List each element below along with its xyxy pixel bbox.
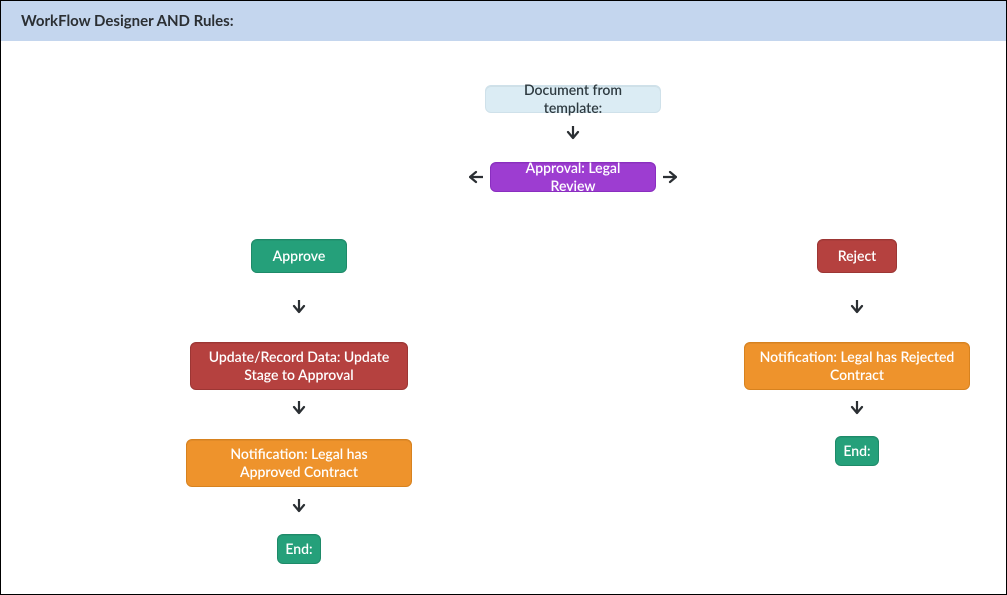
- arrow-down-icon: [566, 126, 580, 140]
- node-reject[interactable]: Reject: [817, 239, 897, 273]
- node-label: End:: [843, 442, 870, 460]
- arrow-down-icon: [850, 401, 864, 415]
- node-approval-legal-review[interactable]: Approval: Legal Review: [490, 162, 656, 192]
- node-label: Notification: Legal has Rejected Contrac…: [757, 348, 957, 384]
- node-label: Update/Record Data: Update Stage to Appr…: [203, 348, 395, 384]
- node-label: End:: [285, 540, 312, 558]
- node-end-right[interactable]: End:: [835, 436, 879, 466]
- workflow-designer-frame: WorkFlow Designer AND Rules: Document fr…: [0, 0, 1007, 595]
- arrow-down-icon: [292, 499, 306, 513]
- arrow-down-icon: [292, 401, 306, 415]
- node-label: Reject: [838, 247, 877, 265]
- node-label: Document from template:: [498, 81, 648, 117]
- node-document-from-template[interactable]: Document from template:: [485, 85, 661, 113]
- workflow-canvas[interactable]: Document from template: Approval: Legal …: [1, 41, 1006, 594]
- panel-title: WorkFlow Designer AND Rules:: [21, 12, 234, 30]
- node-notification-approved[interactable]: Notification: Legal has Approved Contrac…: [186, 439, 412, 487]
- node-update-stage[interactable]: Update/Record Data: Update Stage to Appr…: [190, 342, 408, 390]
- arrow-down-icon: [292, 300, 306, 314]
- arrow-right-icon: [663, 170, 677, 184]
- panel-header: WorkFlow Designer AND Rules:: [1, 1, 1006, 41]
- node-label: Approval: Legal Review: [503, 159, 643, 195]
- arrow-left-icon: [469, 170, 483, 184]
- node-label: Approve: [273, 247, 326, 265]
- node-label: Notification: Legal has Approved Contrac…: [199, 445, 399, 481]
- node-notification-rejected[interactable]: Notification: Legal has Rejected Contrac…: [744, 342, 970, 390]
- node-end-left[interactable]: End:: [277, 534, 321, 564]
- node-approve[interactable]: Approve: [251, 239, 347, 273]
- arrow-down-icon: [850, 300, 864, 314]
